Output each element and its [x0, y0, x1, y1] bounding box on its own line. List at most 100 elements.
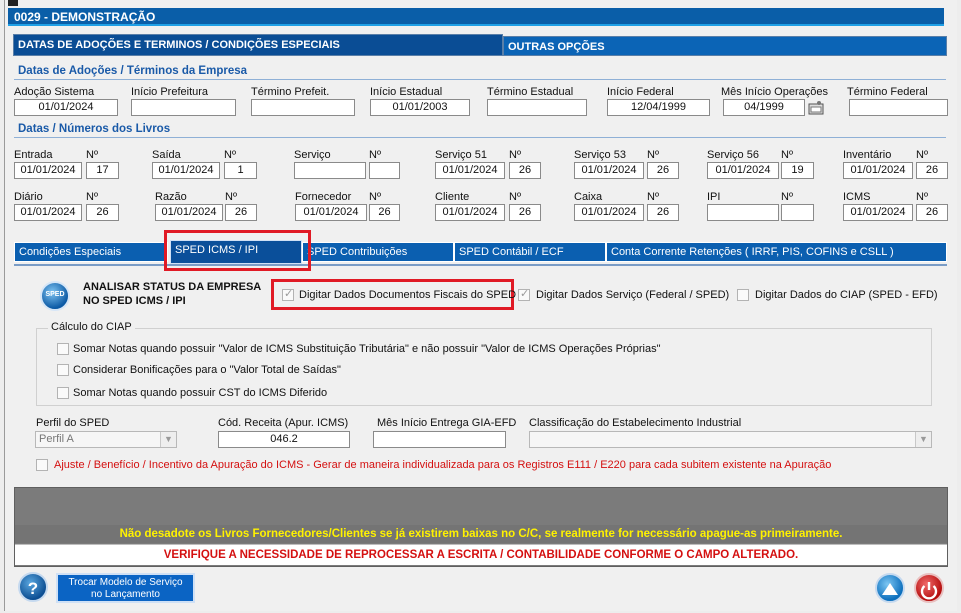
livro-numero-input[interactable]: 26	[916, 204, 948, 221]
livro-label: ICMS	[843, 191, 871, 203]
chk-digitar-documentos-fiscais-label: Digitar Dados Documentos Fiscais do SPED	[299, 289, 517, 301]
livro-numero-input[interactable]: 17	[86, 162, 119, 179]
livro-data-input[interactable]: 01/01/2024	[435, 204, 505, 221]
livro-label: IPI	[707, 191, 721, 203]
perfil-sped-value: Perfil A	[39, 433, 74, 445]
help-button[interactable]: ?	[18, 572, 48, 602]
livro-data-input[interactable]: 01/01/2024	[574, 204, 644, 221]
adocao-field-input[interactable]	[487, 99, 587, 116]
livro-numero-input[interactable]: 1	[224, 162, 257, 179]
livro-label: Serviço 53	[574, 149, 626, 161]
ciap-legend: Cálculo do CIAP	[48, 321, 135, 333]
sped-analyze-button[interactable]: SPED	[40, 281, 70, 311]
adocao-field-label: Mês Início Operações	[721, 86, 828, 98]
tab-conta-corrente-retencoes[interactable]: Conta Corrente Retenções ( IRRF, PIS, CO…	[606, 242, 947, 262]
tab-condicoes-especiais[interactable]: Condições Especiais	[14, 242, 168, 262]
tab-underline	[14, 264, 947, 266]
adocao-field-input[interactable]: 12/04/1999	[607, 99, 710, 116]
livro-numero-input[interactable]	[781, 204, 814, 221]
section-adocoes-title: Datas de Adoções / Términos da Empresa	[18, 65, 248, 77]
adocao-field-label: Término Prefeit.	[251, 86, 330, 98]
livro-data-input[interactable]: 01/01/2024	[155, 204, 223, 221]
livro-numero-input[interactable]: 26	[647, 204, 679, 221]
chk-ajuste-beneficio[interactable]	[36, 459, 48, 471]
livro-label: Serviço 51	[435, 149, 487, 161]
help-icon: ?	[27, 579, 39, 598]
livro-numero-label: Nº	[781, 191, 793, 203]
livro-numero-label: Nº	[509, 149, 521, 161]
livro-data-input[interactable]: 01/01/2024	[295, 204, 367, 221]
chk-ajuste-beneficio-label: Ajuste / Benefício / Incentivo da Apuraç…	[54, 459, 832, 471]
adocao-field-input[interactable]: 04/1999	[723, 99, 805, 116]
chk-digitar-ciap[interactable]	[737, 289, 749, 301]
perfil-sped-select[interactable]: Perfil A ▼	[35, 431, 177, 448]
livro-numero-input[interactable]: 26	[86, 204, 119, 221]
livro-numero-input[interactable]: 26	[647, 162, 679, 179]
cod-receita-input[interactable]: 046.2	[218, 431, 350, 448]
warning-livros: Não desadote os Livros Fornecedores/Clie…	[15, 525, 947, 543]
adocao-field-input[interactable]	[251, 99, 355, 116]
gia-efd-input[interactable]	[373, 431, 506, 448]
adocao-field-label: Término Estadual	[487, 86, 574, 98]
livro-numero-label: Nº	[369, 191, 381, 203]
livro-numero-label: Nº	[86, 149, 98, 161]
livro-data-input[interactable]: 01/01/2024	[843, 162, 913, 179]
livro-label: Fornecedor	[295, 191, 352, 203]
livro-numero-label: Nº	[781, 149, 793, 161]
tab-sped-contabil-ecf[interactable]: SPED Contábil / ECF	[454, 242, 606, 262]
adocao-field-input[interactable]	[131, 99, 236, 116]
chk-digitar-servico[interactable]	[518, 287, 530, 301]
chk-digitar-ciap-label: Digitar Dados do CIAP (SPED - EFD)	[755, 289, 938, 301]
warning-reprocessar: VERIFIQUE A NECESSIDADE DE REPROCESSAR A…	[15, 544, 947, 565]
livro-numero-input[interactable]	[369, 162, 400, 179]
scroll-up-button[interactable]	[875, 573, 905, 603]
tab-outras-opcoes[interactable]: OUTRAS OPÇÕES	[503, 36, 947, 56]
livro-data-input[interactable]: 01/01/2024	[707, 162, 779, 179]
livro-numero-input[interactable]: 19	[781, 162, 814, 179]
classificacao-select[interactable]: ▼	[529, 431, 932, 448]
trocar-modelo-button[interactable]: Trocar Modelo de Serviço no Lançamento	[56, 573, 195, 603]
chk-ciap-somar-st-label: Somar Notas quando possuir "Valor de ICM…	[73, 343, 661, 355]
adocao-field-label: Início Federal	[607, 86, 674, 98]
chk-digitar-documentos-fiscais[interactable]	[282, 287, 294, 301]
tab-sped-contribuicoes[interactable]: SPED Contribuições	[302, 242, 454, 262]
livro-numero-label: Nº	[916, 149, 928, 161]
adocao-field-input[interactable]: 01/01/2003	[370, 99, 470, 116]
livro-numero-input[interactable]: 26	[916, 162, 948, 179]
cod-receita-label: Cód. Receita (Apur. ICMS)	[218, 417, 349, 429]
exit-button[interactable]	[914, 573, 944, 603]
livro-numero-input[interactable]: 26	[509, 204, 541, 221]
livro-numero-input[interactable]: 26	[225, 204, 257, 221]
livro-label: Caixa	[574, 191, 603, 203]
livro-data-input[interactable]	[707, 204, 779, 221]
livro-numero-label: Nº	[509, 191, 521, 203]
tab-datas-adocoes[interactable]: DATAS DE ADOÇÕES E TERMINOS / CONDIÇÕES …	[13, 34, 503, 56]
livro-data-input[interactable]: 01/01/2024	[152, 162, 220, 179]
adocao-field-label: Início Prefeitura	[131, 86, 209, 98]
livro-data-input[interactable]	[294, 162, 366, 179]
livro-data-input[interactable]: 01/01/2024	[843, 204, 913, 221]
adocao-field-input[interactable]	[849, 99, 948, 116]
section-divider	[14, 137, 946, 138]
livro-data-input[interactable]: 01/01/2024	[14, 204, 82, 221]
highlight-box-tab	[164, 230, 311, 271]
livro-numero-input[interactable]: 26	[369, 204, 400, 221]
adocao-field-input[interactable]: 01/01/2024	[14, 99, 118, 116]
calendar-icon[interactable]	[808, 100, 824, 116]
section-livros-title: Datas / Números dos Livros	[18, 123, 171, 135]
livro-data-input[interactable]: 01/01/2024	[435, 162, 505, 179]
chk-ciap-bonificacoes[interactable]	[57, 364, 69, 376]
livro-numero-label: Nº	[647, 191, 659, 203]
livro-numero-label: Nº	[225, 191, 237, 203]
livro-data-input[interactable]: 01/01/2024	[14, 162, 82, 179]
chk-ciap-somar-st[interactable]	[57, 343, 69, 355]
livro-numero-label: Nº	[86, 191, 98, 203]
chk-ciap-diferido[interactable]	[57, 387, 69, 399]
livro-data-input[interactable]: 01/01/2024	[574, 162, 644, 179]
livro-numero-label: Nº	[369, 149, 381, 161]
classificacao-label: Classificação do Estabelecimento Industr…	[529, 417, 742, 429]
livro-numero-input[interactable]: 26	[509, 162, 541, 179]
trocar-modelo-line1: Trocar Modelo de Serviço	[68, 577, 183, 588]
livro-numero-label: Nº	[647, 149, 659, 161]
livro-label: Diário	[14, 191, 43, 203]
